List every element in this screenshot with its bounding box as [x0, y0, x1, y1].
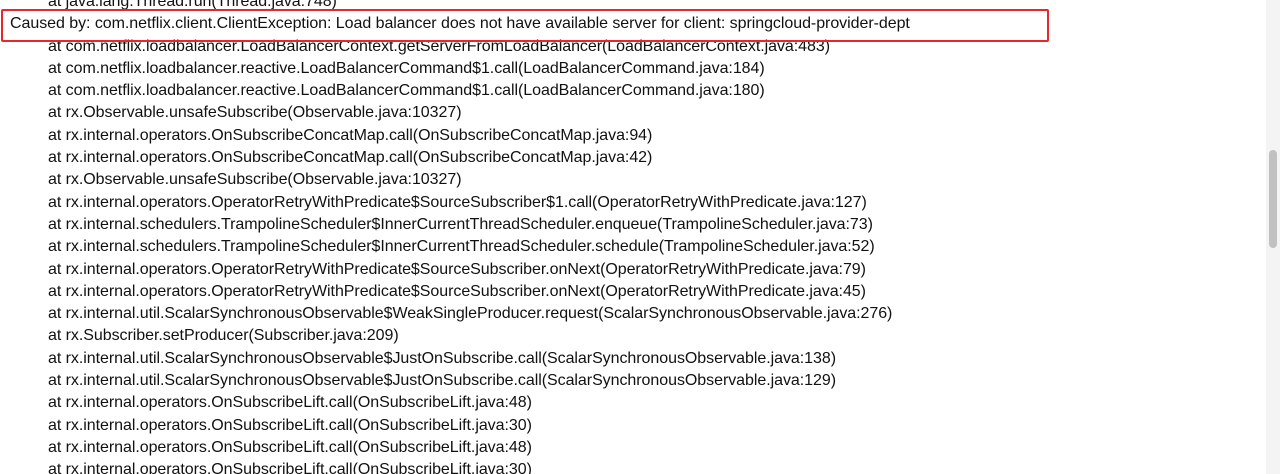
trace-frame: at rx.internal.operators.OperatorRetryWi… — [48, 260, 866, 278]
trace-frame: at rx.internal.util.ScalarSynchronousObs… — [48, 305, 893, 323]
trace-line-top: at java.lang.Thread.run(Thread.java:748) — [48, 0, 337, 10]
trace-frame: at com.netflix.loadbalancer.LoadBalancer… — [48, 37, 830, 55]
scrollbar-thumb[interactable] — [1269, 150, 1277, 248]
trace-frame: at rx.internal.operators.OnSubscribeLift… — [48, 394, 532, 412]
trace-frame: at rx.internal.schedulers.TrampolineSche… — [48, 215, 873, 233]
trace-frame: at rx.Subscriber.setProducer(Subscriber.… — [48, 327, 399, 345]
trace-frame: at rx.internal.schedulers.TrampolineSche… — [48, 238, 875, 256]
vertical-scrollbar[interactable] — [1266, 0, 1280, 474]
caused-by-line: Caused by: com.netflix.client.ClientExce… — [10, 15, 910, 33]
trace-frame: at com.netflix.loadbalancer.reactive.Loa… — [48, 59, 765, 77]
trace-frame: at rx.internal.operators.OnSubscribeLift… — [48, 461, 532, 474]
trace-frame: at rx.internal.operators.OperatorRetryWi… — [48, 282, 866, 300]
trace-frame: at rx.internal.operators.OnSubscribeLift… — [48, 416, 532, 434]
trace-frame: at rx.internal.operators.OnSubscribeLift… — [48, 438, 532, 456]
stack-trace: at java.lang.Thread.run(Thread.java:748)… — [0, 0, 1266, 474]
stack-trace-viewport: at java.lang.Thread.run(Thread.java:748)… — [0, 0, 1266, 474]
trace-frame: at rx.internal.util.ScalarSynchronousObs… — [48, 349, 836, 367]
trace-frame: at rx.internal.operators.OnSubscribeConc… — [48, 149, 653, 167]
trace-frame: at rx.internal.util.ScalarSynchronousObs… — [48, 372, 836, 390]
trace-frame: at rx.internal.operators.OperatorRetryWi… — [48, 193, 867, 211]
trace-frame: at rx.Observable.unsafeSubscribe(Observa… — [48, 104, 462, 122]
trace-frame: at com.netflix.loadbalancer.reactive.Loa… — [48, 82, 765, 100]
trace-frame: at rx.internal.operators.OnSubscribeConc… — [48, 126, 653, 144]
trace-frame: at rx.Observable.unsafeSubscribe(Observa… — [48, 171, 462, 189]
